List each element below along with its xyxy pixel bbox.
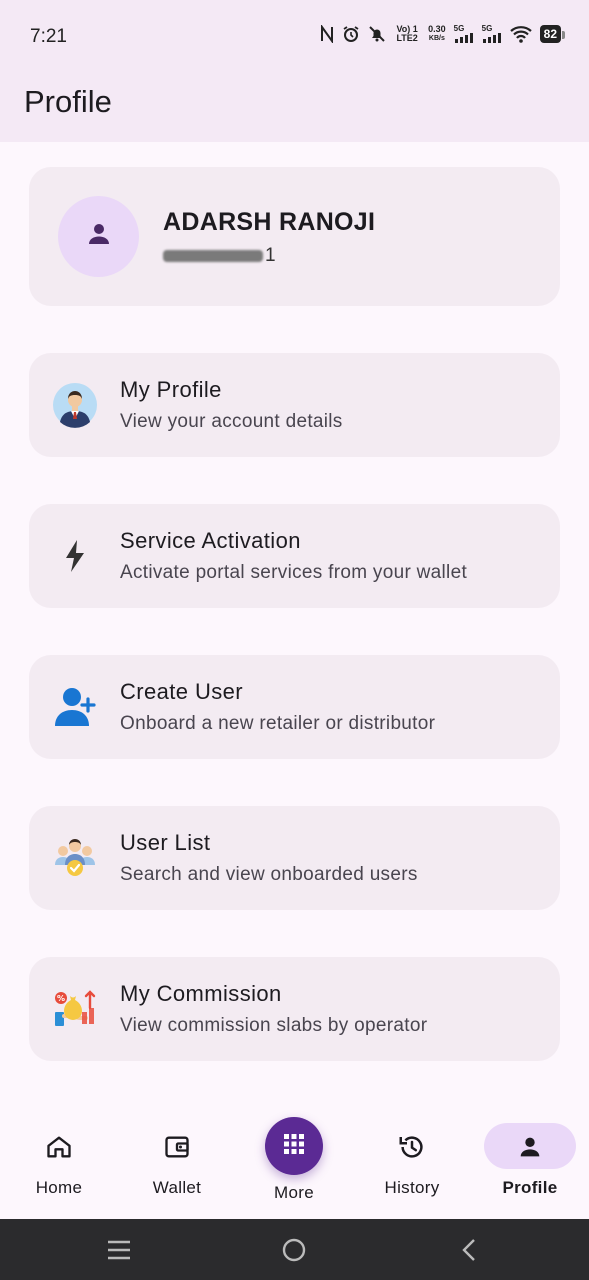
wallet-icon (162, 1132, 192, 1162)
bottom-navigation: Home Wallet More History Profile (0, 1108, 589, 1219)
status-icons: Vo) 1 LTE2 0.30 KB/s 5G 5G 82 (320, 23, 566, 43)
menu-item-subtitle: Onboard a new retailer or distributor (120, 713, 436, 734)
system-navigation-bar (0, 1219, 589, 1280)
nav-history-label: History (384, 1178, 440, 1197)
recents-icon[interactable] (102, 1233, 136, 1267)
commission-icon: % (51, 985, 99, 1033)
menu-item-my-commission[interactable]: % My Commission View commission slabs by… (29, 957, 560, 1061)
nav-history[interactable]: History (362, 1122, 462, 1202)
sim1-label: 5G (453, 24, 465, 33)
status-time: 7:21 (30, 26, 67, 47)
nav-profile-label: Profile (502, 1178, 558, 1197)
data-speed-value: 0.30 (428, 23, 446, 34)
menu-item-subtitle: Activate portal services from your walle… (120, 562, 468, 583)
data-speed-unit: KB/s (428, 34, 445, 42)
menu-item-subtitle: Search and view onboarded users (120, 864, 418, 885)
data-speed-icon: 0.30 KB/s (428, 23, 446, 43)
user-group-icon (51, 834, 99, 882)
nav-profile[interactable]: Profile (480, 1122, 580, 1202)
menu-item-subtitle: View commission slabs by operator (120, 1015, 428, 1036)
add-user-icon (51, 683, 99, 731)
phone-redacted (163, 249, 263, 262)
volte-icon: Vo) 1 LTE2 (396, 23, 418, 43)
signal-5g-icon: 5G (454, 24, 474, 43)
home-circle-icon[interactable] (277, 1233, 311, 1267)
history-icon (397, 1132, 427, 1162)
menu-item-my-profile[interactable]: My Profile View your account details (29, 353, 560, 457)
avatar (58, 196, 139, 277)
signal-5g-icon: 5G (482, 24, 502, 43)
menu-item-subtitle: View your account details (120, 411, 343, 432)
lightning-bolt-icon (51, 532, 99, 580)
menu-item-title: Service Activation (120, 528, 301, 553)
menu-item-create-user[interactable]: Create User Onboard a new retailer or di… (29, 655, 560, 759)
nfc-icon (320, 24, 334, 43)
menu-item-title: My Commission (120, 981, 282, 1006)
user-name: ADARSH RANOJI (163, 208, 376, 236)
sim2-label: 5G (481, 24, 493, 33)
nav-more-label: More (274, 1183, 314, 1202)
businessman-avatar-icon (51, 381, 99, 429)
nav-wallet[interactable]: Wallet (127, 1122, 227, 1202)
nav-home-label: Home (35, 1178, 83, 1197)
menu-item-title: Create User (120, 679, 243, 704)
grid-icon (283, 1133, 305, 1160)
back-icon[interactable] (452, 1233, 486, 1267)
user-phone: 1 (163, 245, 277, 267)
status-bar: 7:21 Vo) 1 LTE2 0.30 KB/s 5G 5G 82 (0, 0, 589, 72)
alarm-icon (342, 25, 360, 43)
mute-icon (368, 25, 386, 43)
battery-icon: 82 (539, 24, 566, 43)
person-icon (84, 219, 114, 254)
wifi-icon (509, 25, 532, 43)
menu-item-user-list[interactable]: User List Search and view onboarded user… (29, 806, 560, 910)
phone-suffix: 1 (265, 245, 277, 266)
user-card: ADARSH RANOJI 1 (29, 167, 560, 306)
profile-content: ADARSH RANOJI 1 My Profile View your acc… (0, 142, 589, 1108)
nav-wallet-label: Wallet (152, 1178, 202, 1197)
home-icon (44, 1132, 74, 1162)
svg-text:%: % (57, 994, 65, 1003)
menu-item-title: User List (120, 830, 211, 855)
nav-more-button[interactable] (265, 1117, 323, 1175)
page-title: Profile (24, 84, 112, 119)
nav-home[interactable]: Home (9, 1122, 109, 1202)
app-bar: Profile (0, 72, 589, 142)
person-icon (515, 1132, 545, 1162)
menu-item-title: My Profile (120, 377, 222, 402)
menu-item-service-activation[interactable]: Service Activation Activate portal servi… (29, 504, 560, 608)
